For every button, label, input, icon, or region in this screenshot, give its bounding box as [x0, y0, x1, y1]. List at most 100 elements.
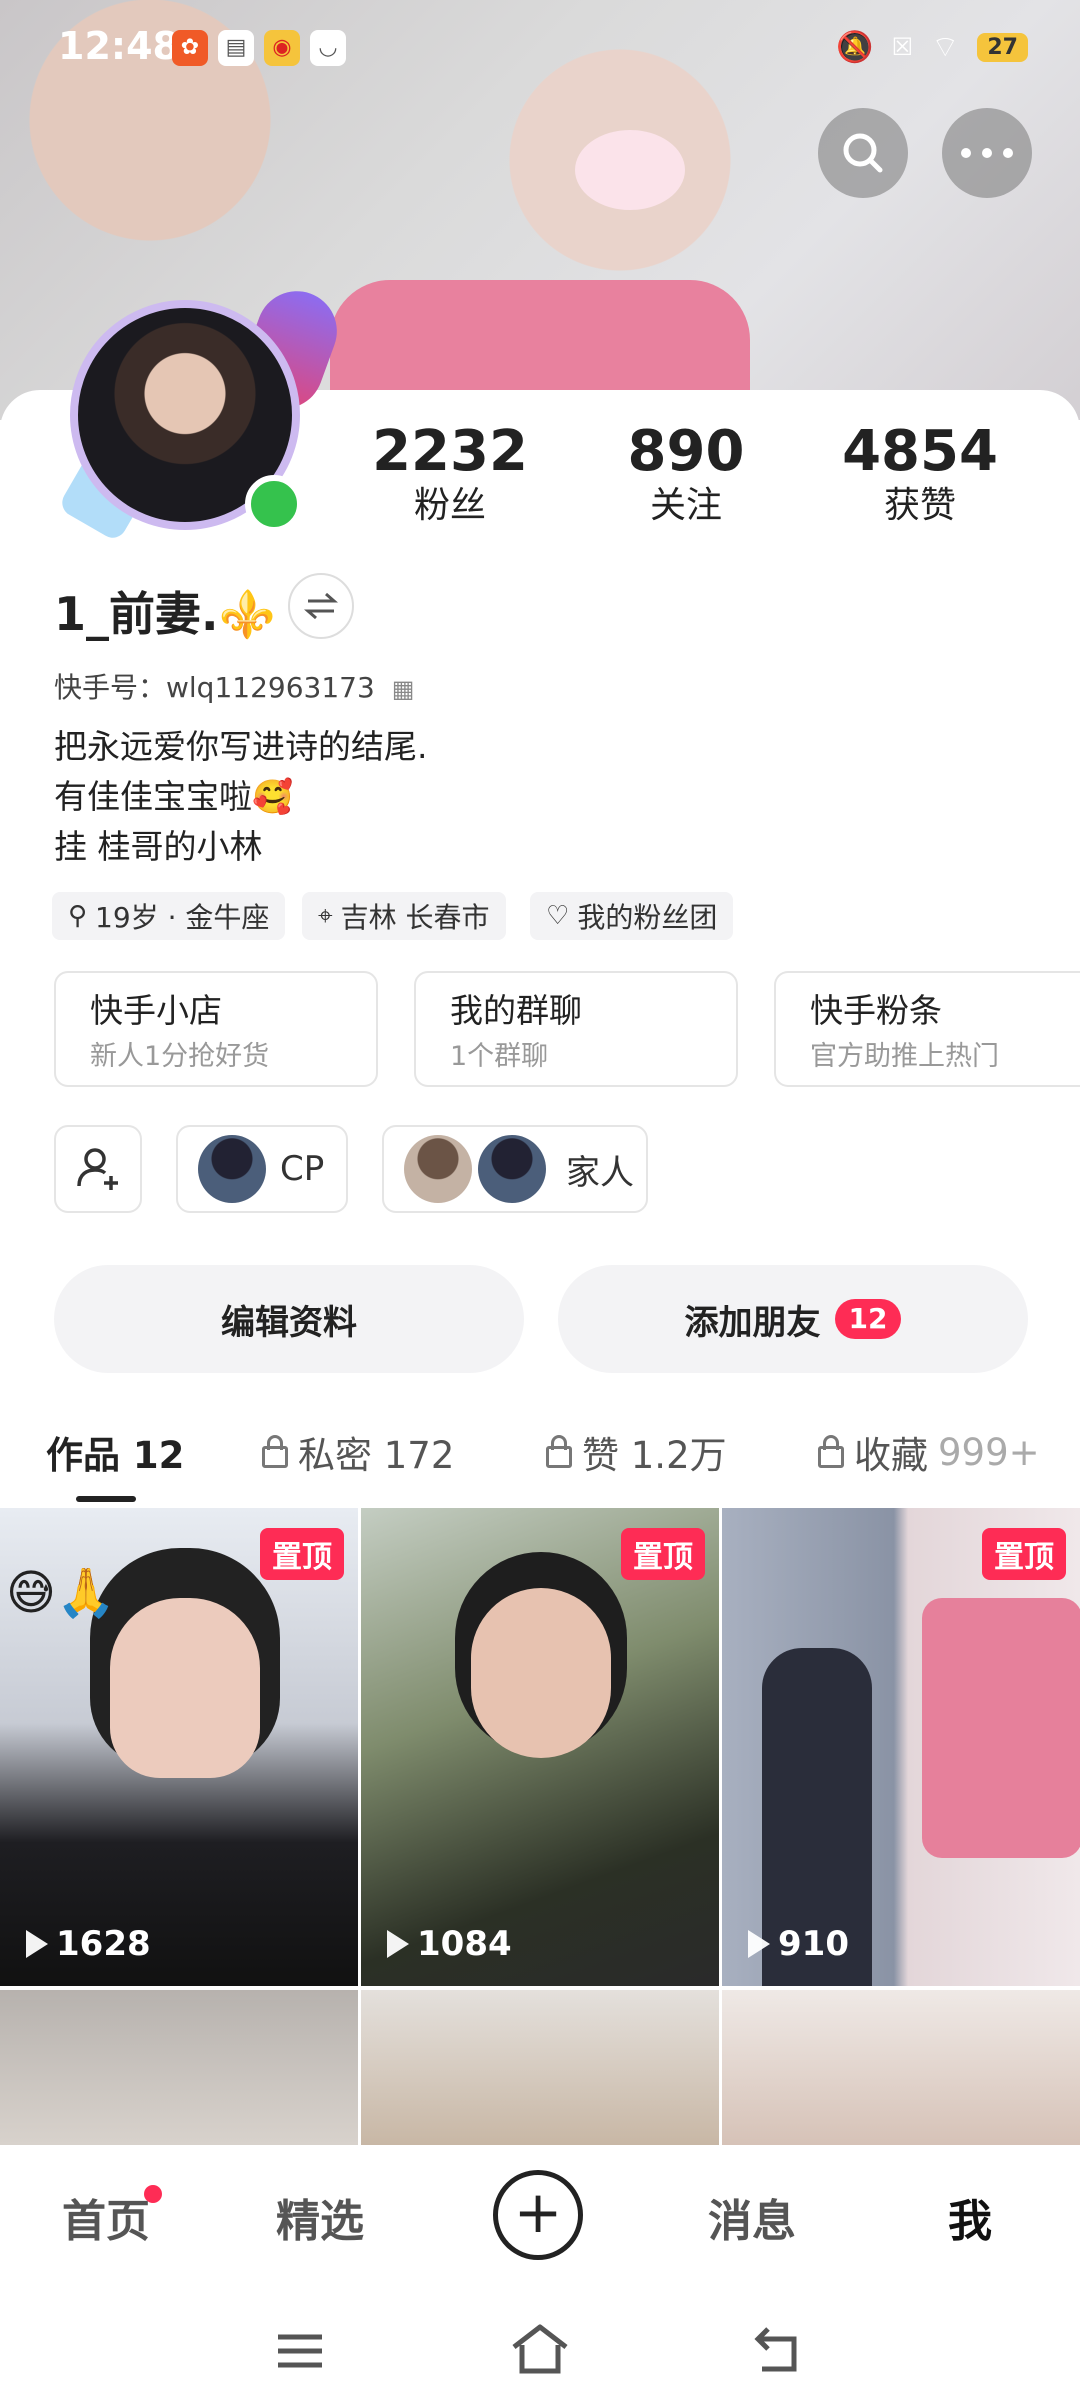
stat-value: 890 [627, 419, 745, 484]
service-subtitle: 新人1分抢好货 [90, 1041, 270, 1072]
avatar-container[interactable] [50, 279, 349, 550]
tag-location[interactable]: ⌖ 吉林 长春市 [302, 892, 506, 940]
nickname: 1_前妻.⚜️ [54, 587, 276, 641]
menu-icon[interactable] [276, 2331, 324, 2371]
edit-profile-button[interactable]: 编辑资料 [54, 1265, 524, 1373]
switch-account-button[interactable] [288, 573, 354, 639]
service-subtitle: 1个群聊 [450, 1041, 549, 1072]
play-icon [748, 1930, 770, 1958]
avatar [478, 1135, 546, 1203]
stat-likes[interactable]: 4854 获赞 [820, 420, 1020, 528]
play-count: 910 [748, 1924, 849, 1964]
service-group-chat[interactable]: 我的群聊 1个群聊 [414, 971, 738, 1087]
kuaishou-id-text: 快手号：wlq112963173 [54, 671, 375, 704]
add-relation-button[interactable] [54, 1125, 142, 1213]
pinned-badge: 置顶 [982, 1528, 1066, 1580]
search-button[interactable] [818, 108, 908, 198]
mute-icon: 🔕 [836, 29, 874, 65]
lock-icon [546, 1435, 572, 1468]
tag-fan-group[interactable]: ♡ 我的粉丝团 [530, 892, 734, 940]
tab-label: 私密 172 [298, 1434, 455, 1477]
relation-cp[interactable]: CP [176, 1125, 348, 1213]
play-count: 1628 [26, 1924, 151, 1964]
online-status-dot [245, 475, 303, 533]
search-icon [843, 133, 883, 173]
service-kuaishou-shop[interactable]: 快手小店 新人1分抢好货 [54, 971, 378, 1087]
nav-featured[interactable]: 精选 [276, 2185, 364, 2249]
pinned-badge: 置顶 [260, 1528, 344, 1580]
stat-following[interactable]: 890 关注 [586, 420, 786, 528]
lock-icon [262, 1435, 288, 1468]
tab-favorites[interactable]: 收藏 999+ [818, 1425, 1040, 1479]
avatar [198, 1135, 266, 1203]
weibo-icon: ◉ [264, 30, 300, 66]
stat-label: 获赞 [883, 485, 956, 526]
play-icon [26, 1930, 48, 1958]
stat-fans[interactable]: 2232 粉丝 [350, 420, 550, 528]
tab-liked[interactable]: 赞 1.2万 [546, 1425, 727, 1479]
video-thumbnail[interactable]: 😅🙏 置顶 1628 [0, 1508, 358, 1986]
add-user-icon [77, 1148, 118, 1190]
video-thumbnail[interactable] [361, 1990, 719, 2145]
tab-label: 作品 12 [46, 1434, 185, 1477]
service-title: 我的群聊 [450, 991, 582, 1030]
pinned-badge: 置顶 [621, 1528, 705, 1580]
bus-card-icon: ▤ [218, 30, 254, 66]
tag-label: 我的粉丝团 [577, 901, 718, 934]
back-icon[interactable] [754, 2325, 804, 2373]
system-nav-bar [0, 2275, 1080, 2408]
kuaishou-icon: ✿ [172, 30, 208, 66]
message-icon: ◡ [310, 30, 346, 66]
video-face [110, 1598, 260, 1778]
nav-me[interactable]: 我 [948, 2185, 992, 2249]
add-friend-badge: 12 [834, 1299, 902, 1339]
heart-icon: ♡ [546, 901, 570, 931]
qr-code-icon[interactable]: ▦ [392, 675, 415, 703]
nav-messages[interactable]: 消息 [708, 2185, 796, 2249]
add-friend-label: 添加朋友 [684, 1302, 821, 1343]
lock-icon [818, 1435, 844, 1468]
tab-works[interactable]: 作品 12 [46, 1425, 184, 1479]
create-button[interactable]: + [493, 2170, 583, 2260]
gender-icon: ⚲ [68, 901, 88, 931]
video-emoji: 😅🙏 [6, 1565, 116, 1621]
relation-label: 家人 [566, 1152, 634, 1193]
swap-icon [304, 592, 338, 620]
video-thumbnail[interactable]: 置顶 910 [722, 1508, 1080, 1986]
kuaishou-id[interactable]: 快手号：wlq112963173 ▦ [54, 666, 414, 706]
nav-home[interactable]: 首页 [62, 2185, 150, 2249]
video-thumbnail[interactable]: 置顶 1084 [361, 1508, 719, 1986]
video-face [471, 1588, 611, 1758]
bio: 把永远爱你写进诗的结尾. 有佳佳宝宝啦🥰 挂 桂哥的小林 [54, 722, 428, 872]
add-friend-button[interactable]: 添加朋友 12 [558, 1265, 1028, 1373]
tab-extra: 999+ [938, 1430, 1040, 1474]
video-thumbnail[interactable] [0, 1990, 358, 2145]
bio-line: 有佳佳宝宝啦🥰 [54, 777, 294, 816]
stat-value: 2232 [372, 419, 528, 484]
service-fans-promo[interactable]: 快手粉条 官方助推上热门 [774, 971, 1080, 1087]
wifi-icon: ⌔ [931, 30, 960, 65]
sim-off-icon: ☒ [891, 33, 914, 61]
tag-age[interactable]: ⚲ 19岁 · 金牛座 [52, 892, 286, 940]
relation-family[interactable]: 家人 [382, 1125, 648, 1213]
status-time: 12:48 [58, 24, 179, 68]
video-figure [922, 1598, 1080, 1858]
tab-label: 赞 1.2万 [582, 1434, 727, 1477]
relation-label: CP [280, 1149, 325, 1189]
tab-private[interactable]: 私密 172 [262, 1425, 454, 1479]
bio-line: 挂 桂哥的小林 [54, 827, 263, 866]
video-thumbnail[interactable] [722, 1990, 1080, 2145]
stat-label: 关注 [649, 485, 722, 526]
tag-label: 19岁 · 金牛座 [95, 901, 270, 934]
plus-icon: + [513, 2178, 563, 2246]
play-count: 1084 [387, 1924, 512, 1964]
avatar [404, 1135, 472, 1203]
play-count-value: 910 [778, 1924, 849, 1964]
more-icon [961, 148, 1013, 158]
play-count-value: 1628 [56, 1924, 151, 1964]
home-icon[interactable] [510, 2323, 570, 2375]
bio-line: 把永远爱你写进诗的结尾. [54, 727, 428, 766]
service-subtitle: 官方助推上热门 [810, 1041, 999, 1072]
more-button[interactable] [942, 108, 1032, 198]
notification-dot [144, 2185, 162, 2203]
